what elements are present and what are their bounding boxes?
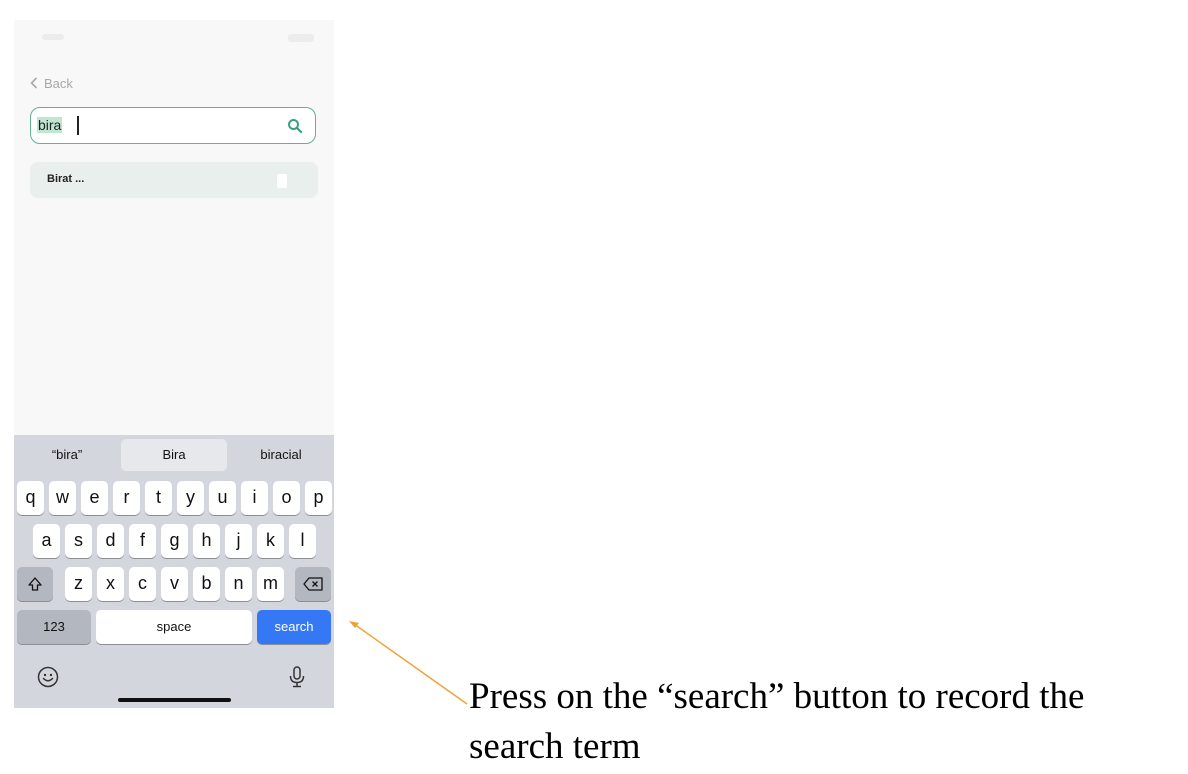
- search-value: bira: [37, 117, 63, 133]
- backspace-key[interactable]: [295, 567, 331, 601]
- key[interactable]: a: [33, 524, 60, 558]
- back-label: Back: [44, 75, 73, 91]
- key[interactable]: u: [209, 481, 236, 515]
- key[interactable]: g: [161, 524, 188, 558]
- key[interactable]: j: [225, 524, 252, 558]
- key[interactable]: w: [49, 481, 76, 515]
- key[interactable]: i: [241, 481, 268, 515]
- key[interactable]: r: [113, 481, 140, 515]
- key[interactable]: l: [289, 524, 316, 558]
- key[interactable]: m: [257, 567, 284, 601]
- key[interactable]: q: [17, 481, 44, 515]
- trash-icon[interactable]: [277, 174, 287, 188]
- text-cursor: [77, 116, 79, 135]
- backspace-icon: [303, 577, 323, 591]
- suggestion-item[interactable]: Bira: [121, 439, 227, 471]
- search-key[interactable]: search: [257, 610, 331, 644]
- microphone-icon[interactable]: [288, 665, 306, 689]
- back-button[interactable]: Back: [30, 74, 73, 92]
- key[interactable]: x: [97, 567, 124, 601]
- search-icon[interactable]: [287, 118, 303, 134]
- numbers-key[interactable]: 123: [17, 610, 91, 644]
- emoji-icon[interactable]: [37, 666, 59, 688]
- space-key[interactable]: space: [96, 610, 252, 644]
- status-bar: [14, 20, 334, 64]
- status-time: [42, 34, 64, 40]
- key[interactable]: f: [129, 524, 156, 558]
- key[interactable]: k: [257, 524, 284, 558]
- key[interactable]: s: [65, 524, 92, 558]
- list-item[interactable]: Birat ...: [30, 162, 318, 198]
- shift-icon: [28, 577, 42, 591]
- key[interactable]: v: [161, 567, 188, 601]
- key[interactable]: e: [81, 481, 108, 515]
- key[interactable]: p: [305, 481, 332, 515]
- key[interactable]: y: [177, 481, 204, 515]
- suggestion-bar: “bira” Bira biracial: [14, 435, 334, 475]
- home-indicator: [118, 698, 231, 702]
- key[interactable]: o: [273, 481, 300, 515]
- keyboard: “bira” Bira biracial q w e r t y u i o p…: [14, 435, 334, 708]
- key[interactable]: b: [193, 567, 220, 601]
- phone-screen: Back bira Birat ... “bira” Bira biracial…: [14, 20, 334, 708]
- key[interactable]: c: [129, 567, 156, 601]
- suggestion-item[interactable]: “bira”: [14, 439, 120, 471]
- key[interactable]: t: [145, 481, 172, 515]
- annotation-arrow: [349, 621, 468, 705]
- annotation-caption: Press on the “search” button to record t…: [469, 676, 1085, 767]
- shift-key[interactable]: [17, 567, 53, 601]
- search-input[interactable]: bira: [30, 107, 316, 144]
- key[interactable]: z: [65, 567, 92, 601]
- key[interactable]: n: [225, 567, 252, 601]
- back-chevron-icon: [30, 77, 38, 89]
- key[interactable]: d: [97, 524, 124, 558]
- suggestion-item[interactable]: biracial: [228, 439, 334, 471]
- key[interactable]: h: [193, 524, 220, 558]
- result-title: Birat ...: [47, 173, 85, 185]
- battery-icon: [288, 34, 314, 42]
